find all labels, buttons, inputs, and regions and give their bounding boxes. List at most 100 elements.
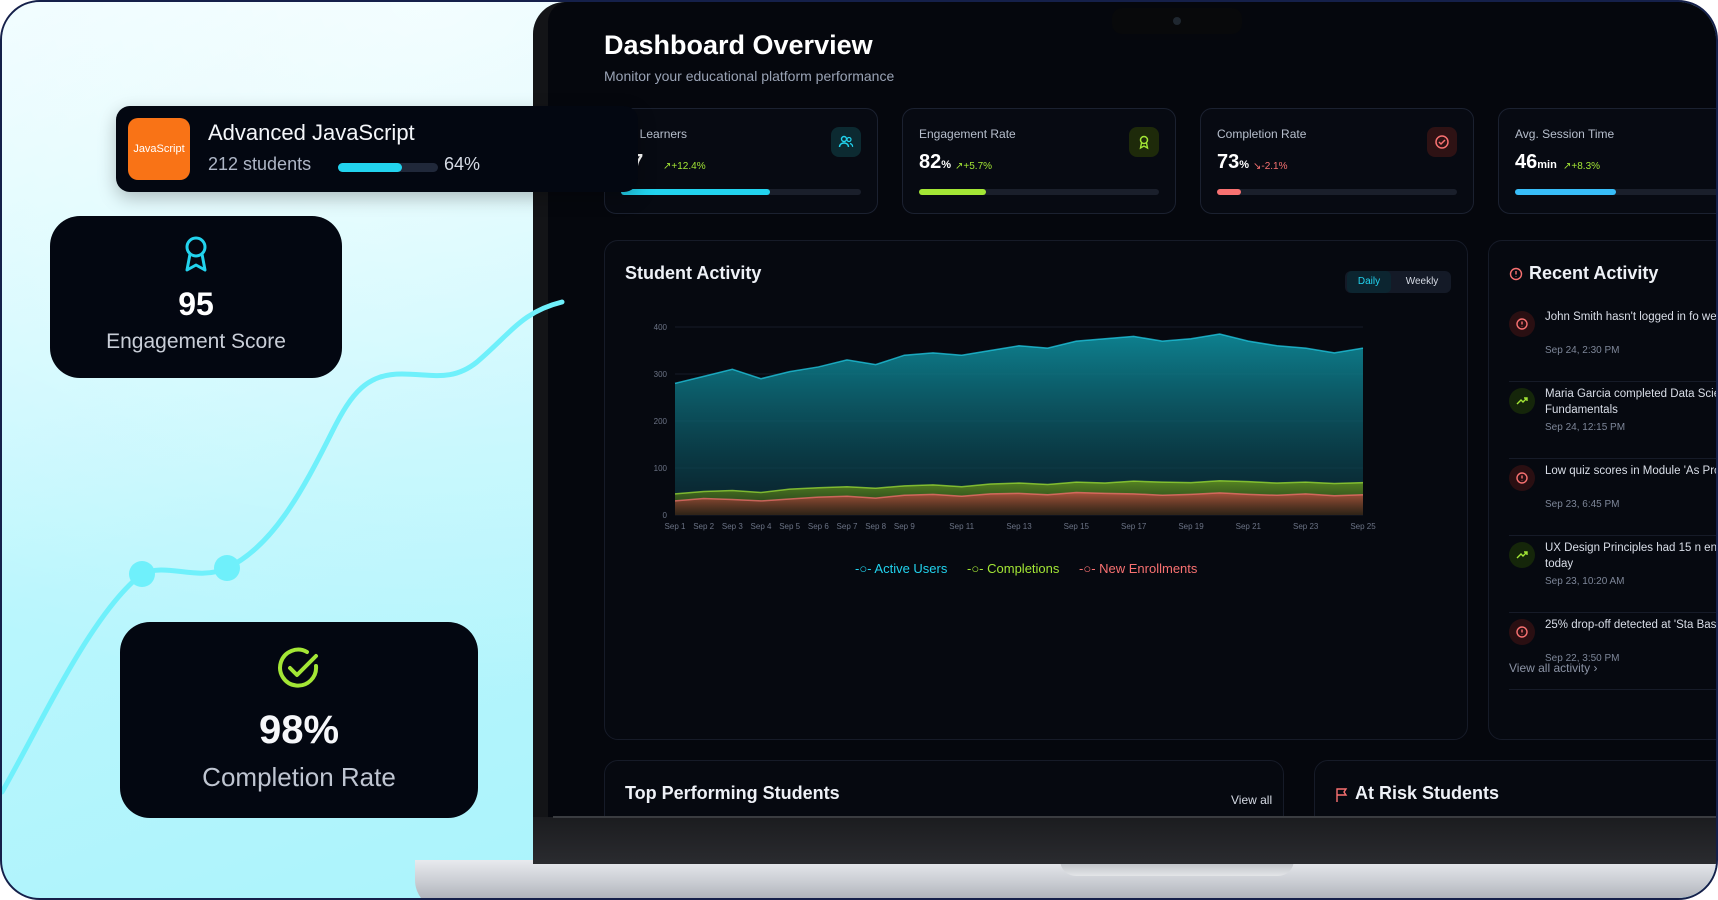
x-tick-label: Sep 3 <box>722 522 743 531</box>
award-icon <box>1129 127 1159 157</box>
course-progress-track <box>338 163 438 172</box>
course-title: Advanced JavaScript <box>208 120 415 145</box>
award-icon <box>180 234 212 279</box>
trend-point <box>129 561 155 587</box>
stat-label: Completion Rate <box>1217 127 1307 141</box>
x-tick-label: Sep 5 <box>779 522 800 531</box>
x-tick-label: Sep 17 <box>1121 522 1147 531</box>
stat-progress-fill <box>1217 189 1241 195</box>
stat-change: ↗+12.4% <box>663 161 706 172</box>
activity-item[interactable]: John Smith hasn't logged in fo weeks Sep … <box>1509 305 1718 382</box>
x-tick-label: Sep 23 <box>1293 522 1319 531</box>
javascript-logo: JavaScript <box>128 118 190 180</box>
activity-text: Maria Garcia completed Data Science Fund… <box>1545 388 1716 416</box>
stat-progress-fill <box>919 189 987 195</box>
alert-circle-icon <box>1509 311 1535 337</box>
stat-value: 82% <box>919 151 952 173</box>
trending-up-icon <box>1509 388 1535 414</box>
camera-icon <box>1112 8 1242 34</box>
laptop-chin <box>533 817 1716 864</box>
x-tick-label: Sep 8 <box>865 522 886 531</box>
activity-item[interactable]: UX Design Principles had 15 n enrollment… <box>1509 536 1717 613</box>
toggle-daily[interactable]: Daily <box>1347 271 1391 293</box>
stat-value: 46min <box>1515 151 1557 173</box>
x-tick-label: Sep 19 <box>1178 522 1204 531</box>
view-all-students-link[interactable]: View all <box>1231 793 1272 807</box>
activity-item[interactable]: 25% drop-off detected at 'Sta Basics' mo… <box>1509 613 1717 690</box>
stat-change: ↗+5.7% <box>955 161 993 172</box>
x-tick-label: Sep 13 <box>1006 522 1032 531</box>
x-tick-label: Sep 1 <box>665 522 686 531</box>
completion-rate-value: 98% <box>258 708 340 752</box>
hero-frame: Dashboard Overview Monitor your educatio… <box>0 0 1718 900</box>
x-tick-label: Sep 15 <box>1064 522 1090 531</box>
y-tick-label: 100 <box>654 464 668 473</box>
period-toggle: Daily Weekly <box>1345 271 1451 293</box>
legend-item-new-enrollments[interactable]: -○- New Enrollments <box>1079 561 1205 576</box>
course-progress-percent: 64% <box>444 154 481 174</box>
stat-label: Avg. Session Time <box>1515 127 1615 141</box>
x-tick-label: Sep 21 <box>1236 522 1262 531</box>
users-icon <box>831 127 861 157</box>
completion-rate-card: 98% Completion Rate <box>120 622 478 818</box>
engagement-score-value: 95 <box>178 286 214 322</box>
stat-progress-fill <box>621 189 770 195</box>
x-tick-label: Sep 2 <box>693 522 714 531</box>
y-tick-label: 0 <box>663 511 668 520</box>
page-title: Dashboard Overview <box>604 30 873 60</box>
activity-text: 25% drop-off detected at 'Sta Basics' mo… <box>1545 619 1717 631</box>
engagement-score-label: Engagement Score <box>106 330 286 353</box>
stat-progress-fill <box>1515 189 1616 195</box>
stat-progress-track <box>919 189 1159 195</box>
x-tick-label: Sep 6 <box>808 522 829 531</box>
activity-item[interactable]: Low quiz scores in Module 'As Programmin… <box>1509 459 1716 536</box>
activity-time: Sep 24, 12:15 PM <box>1545 422 1626 433</box>
recent-activity-panel: Recent Activity John Smith hasn't logged… <box>1488 240 1718 740</box>
toggle-weekly[interactable]: Weekly <box>1395 271 1449 293</box>
panel-title: At Risk Students <box>1355 783 1500 803</box>
panel-title: Recent Activity <box>1529 263 1659 283</box>
alert-circle-icon <box>1509 267 1523 286</box>
stat-label: Engagement Rate <box>919 127 1016 141</box>
course-students: 212 students <box>208 154 312 174</box>
activity-time: Sep 24, 2:30 PM <box>1545 345 1620 356</box>
activity-item[interactable]: Maria Garcia completed Data Science Fund… <box>1509 382 1716 459</box>
completion-rate-label: Completion Rate <box>202 762 396 792</box>
stat-card-engagement-rate[interactable]: Engagement Rate 82% ↗+5.7% <box>902 108 1176 214</box>
top-students-panel: Top Performing Students View all <box>604 760 1284 817</box>
flag-icon <box>1335 787 1349 808</box>
stat-change: ↘-2.1% <box>1253 161 1288 172</box>
stat-card-active-learners[interactable]: ive Learners 47 ↗+12.4% <box>604 108 878 214</box>
stat-progress-track <box>1217 189 1457 195</box>
stat-card-completion-rate[interactable]: Completion Rate 73% ↘-2.1% <box>1200 108 1474 214</box>
stat-card-avg-session-time[interactable]: Avg. Session Time 46min ↗+8.3% <box>1498 108 1716 214</box>
alert-circle-icon <box>1509 465 1535 491</box>
course-card[interactable]: JavaScript Advanced JavaScript 212 stude… <box>116 106 638 192</box>
chart-legend: -○- Active Users -○- Completions -○- New… <box>855 561 1213 576</box>
at-risk-panel: At Risk Students Ad <box>1314 760 1716 817</box>
student-activity-panel: Student Activity Daily Weekly 0 100 200 300… <box>604 240 1468 740</box>
trending-up-icon <box>1509 542 1535 568</box>
dashboard-screen: Dashboard Overview Monitor your educatio… <box>548 2 1718 817</box>
panel-title: Student Activity <box>625 263 762 283</box>
x-tick-label: Sep 11 <box>949 522 974 531</box>
stat-value: 73% <box>1217 151 1250 173</box>
screen-edge <box>553 816 1716 818</box>
legend-item-completions[interactable]: -○- Completions <box>967 561 1067 576</box>
activity-text: John Smith hasn't logged in fo weeks <box>1545 311 1718 323</box>
activity-time: Sep 23, 10:20 AM <box>1545 576 1625 587</box>
check-circle-icon <box>276 646 322 697</box>
x-tick-label: Sep 7 <box>837 522 858 531</box>
y-tick-label: 400 <box>654 323 668 332</box>
alert-circle-icon <box>1509 619 1535 645</box>
y-tick-label: 300 <box>654 370 668 379</box>
x-tick-label: Sep 4 <box>751 522 772 531</box>
stat-change: ↗+8.3% <box>1563 161 1601 172</box>
view-all-activity-link[interactable]: View all activity › <box>1509 661 1597 675</box>
activity-text: Low quiz scores in Module 'As Programmin… <box>1545 465 1716 477</box>
course-progress-fill <box>338 163 402 172</box>
legend-item-active-users[interactable]: -○- Active Users <box>855 561 955 576</box>
stat-progress-track <box>1515 189 1716 195</box>
y-tick-label: 200 <box>654 417 668 426</box>
activity-text: UX Design Principles had 15 n enrollment… <box>1545 542 1717 570</box>
